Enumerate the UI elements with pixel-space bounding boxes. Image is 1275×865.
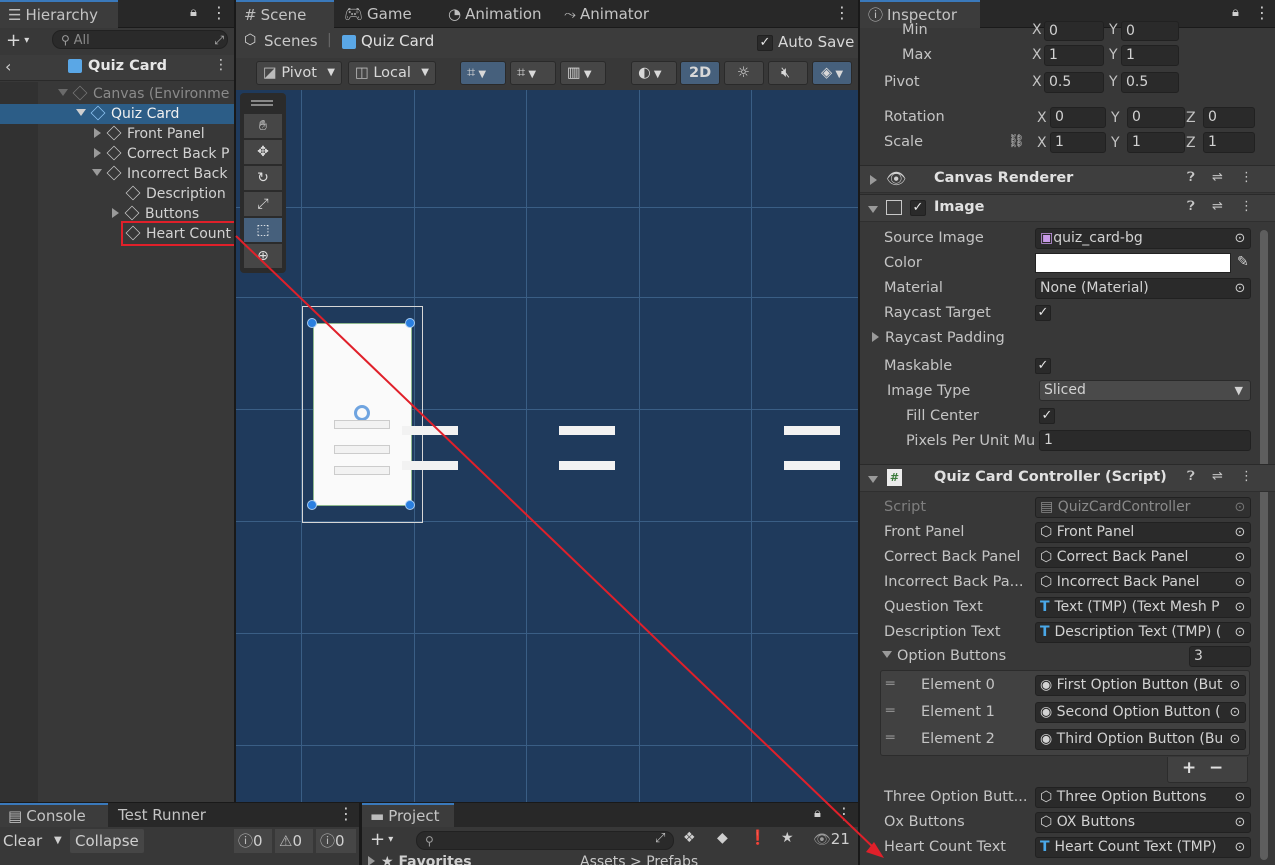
annotation-arrow [235, 235, 884, 858]
